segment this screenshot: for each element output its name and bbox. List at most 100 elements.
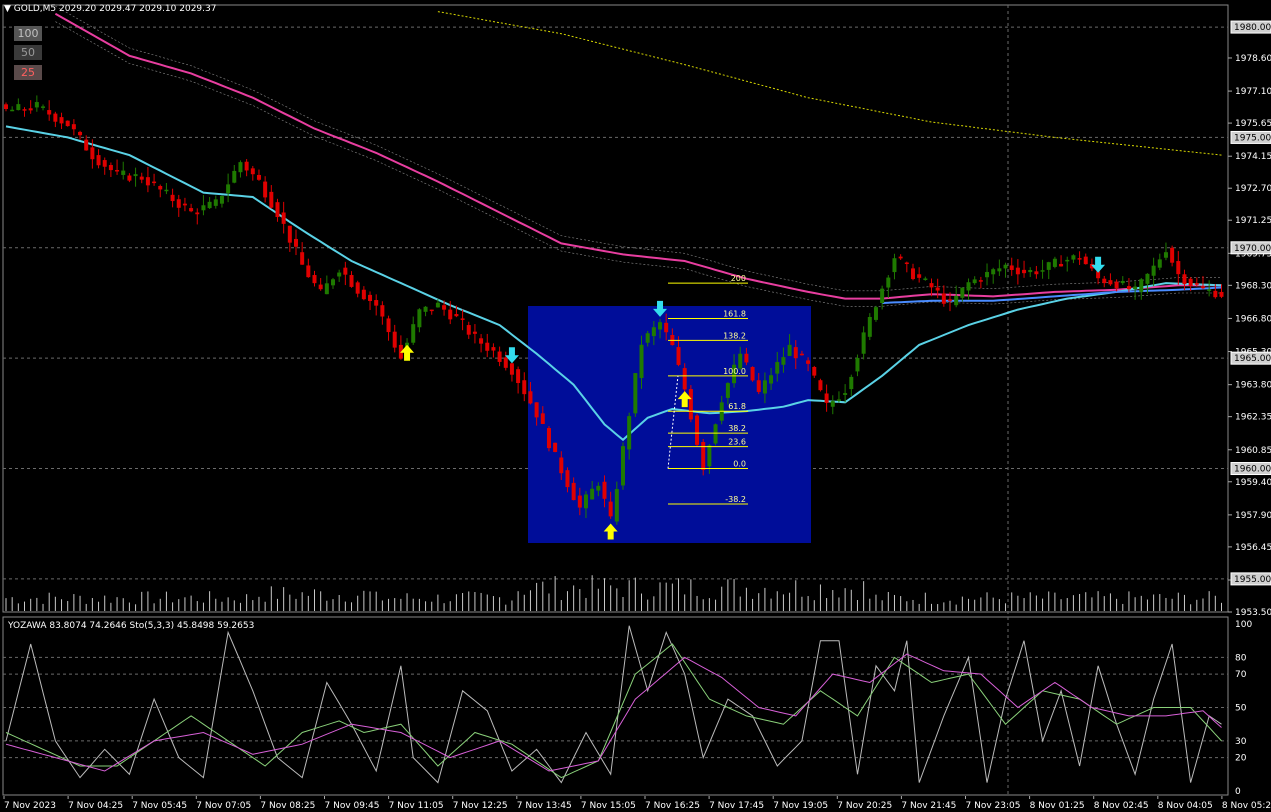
candle-body: [158, 185, 163, 190]
candle-body: [121, 170, 126, 175]
candle-body: [53, 113, 58, 122]
price-marker-label: 1980.00: [1234, 23, 1271, 33]
candle-body: [787, 344, 792, 356]
oscillator-frame: [2, 616, 1229, 796]
symbol-header-text: GOLD,M5 2029.20 2029.47 2029.10 2029.37: [13, 4, 217, 14]
candle-body: [1015, 267, 1020, 275]
candle-body: [627, 416, 632, 450]
candle-body: [448, 309, 453, 320]
candle-body: [386, 318, 391, 333]
candle-body: [331, 279, 336, 286]
candle-body: [676, 347, 681, 365]
time-axis-label: 7 Nov 11:05: [389, 801, 444, 811]
dropdown-triangle-icon[interactable]: ▼: [4, 4, 11, 14]
candle-body: [571, 482, 576, 501]
ema-blue-line: [882, 286, 1222, 304]
fib-level-label: 138.2: [723, 331, 746, 340]
zoom-button-25[interactable]: 25: [14, 65, 42, 80]
candle-body: [34, 102, 39, 108]
time-axis-label: 7 Nov 20:25: [837, 801, 892, 811]
candle-body: [1059, 263, 1064, 267]
time-axis-label: 7 Nov 16:25: [645, 801, 700, 811]
candle-body: [867, 316, 872, 337]
candle-body: [1170, 247, 1175, 263]
candle-body: [1077, 258, 1082, 260]
price-axis-label: 1960.85: [1235, 446, 1271, 456]
candle-body: [1200, 286, 1205, 289]
oscillator-axis-label: 50: [1235, 704, 1247, 714]
price-marker-label: 1955.00: [1234, 575, 1271, 585]
candle-body: [596, 485, 601, 491]
candle-body: [1009, 265, 1014, 270]
candle-body: [306, 265, 311, 278]
candle-body: [65, 120, 70, 127]
candle-body: [275, 202, 280, 218]
candle-body: [1083, 256, 1088, 265]
candle-body: [472, 331, 477, 334]
candle-body: [41, 106, 46, 108]
price-marker-label: 1975.00: [1234, 133, 1271, 143]
price-axis-label: 1978.60: [1235, 54, 1271, 64]
candle-body: [96, 155, 101, 166]
candle-body: [929, 283, 934, 288]
candle-body: [1182, 274, 1187, 285]
trading-chart[interactable]: 1953.501954.951956.451957.901959.401960.…: [0, 0, 1271, 812]
candle-body: [232, 170, 237, 183]
oscillator-axis-label: 30: [1235, 737, 1247, 747]
candle-body: [442, 305, 447, 310]
candle-body: [435, 302, 440, 308]
candle-body: [466, 325, 471, 335]
candle-body: [503, 357, 508, 368]
candle-body: [312, 275, 317, 284]
candle-body: [318, 284, 323, 290]
candle-body: [762, 380, 767, 394]
time-axis-label: 8 Nov 04:05: [1158, 801, 1213, 811]
candle-body: [1157, 259, 1162, 268]
candle-body: [423, 306, 428, 312]
candle-body: [485, 342, 490, 351]
candle-body: [392, 331, 397, 348]
candle-body: [880, 288, 885, 303]
candle-body: [1071, 255, 1076, 260]
candle-body: [966, 282, 971, 291]
candle-body: [583, 494, 588, 509]
candle-body: [910, 268, 915, 280]
candle-body: [843, 393, 848, 395]
candle-body: [991, 269, 996, 275]
candle-body: [207, 201, 212, 209]
time-axis-label: 7 Nov 15:05: [581, 801, 636, 811]
candle-body: [645, 333, 650, 343]
candle-body: [824, 393, 829, 403]
zoom-button-100[interactable]: 100: [14, 26, 42, 41]
candle-body: [28, 108, 33, 111]
signal-arrow-down-icon: [1091, 256, 1106, 273]
candle-body: [658, 322, 663, 330]
candle-body: [78, 131, 83, 136]
candle-body: [479, 338, 484, 344]
price-axis-label: 1974.15: [1235, 152, 1271, 162]
candle-body: [540, 413, 545, 424]
fib-level-label: 38.2: [728, 424, 746, 433]
time-axis-label: 7 Nov 08:25: [260, 801, 315, 811]
price-axis-label: 1968.30: [1235, 281, 1271, 291]
price-axis-label: 1977.10: [1235, 87, 1271, 97]
candle-body: [145, 177, 150, 186]
time-axis-label: 7 Nov 13:45: [517, 801, 572, 811]
candle-body: [263, 181, 268, 198]
candle-body: [374, 300, 379, 306]
candle-body: [904, 262, 909, 265]
candle-body: [108, 165, 113, 171]
candle-body: [546, 428, 551, 449]
candle-body: [985, 271, 990, 278]
stochastic-main-line: [5, 643, 1222, 779]
candle-body: [250, 168, 255, 175]
candle-body: [688, 389, 693, 420]
candle-body: [115, 169, 120, 172]
candle-body: [793, 347, 798, 359]
candle-body: [244, 161, 249, 171]
candle-body: [1151, 265, 1156, 276]
ma-yellow-line: [437, 11, 1222, 156]
candle-body: [195, 212, 200, 215]
zoom-button-50[interactable]: 50: [14, 45, 42, 60]
candle-body: [59, 117, 64, 124]
